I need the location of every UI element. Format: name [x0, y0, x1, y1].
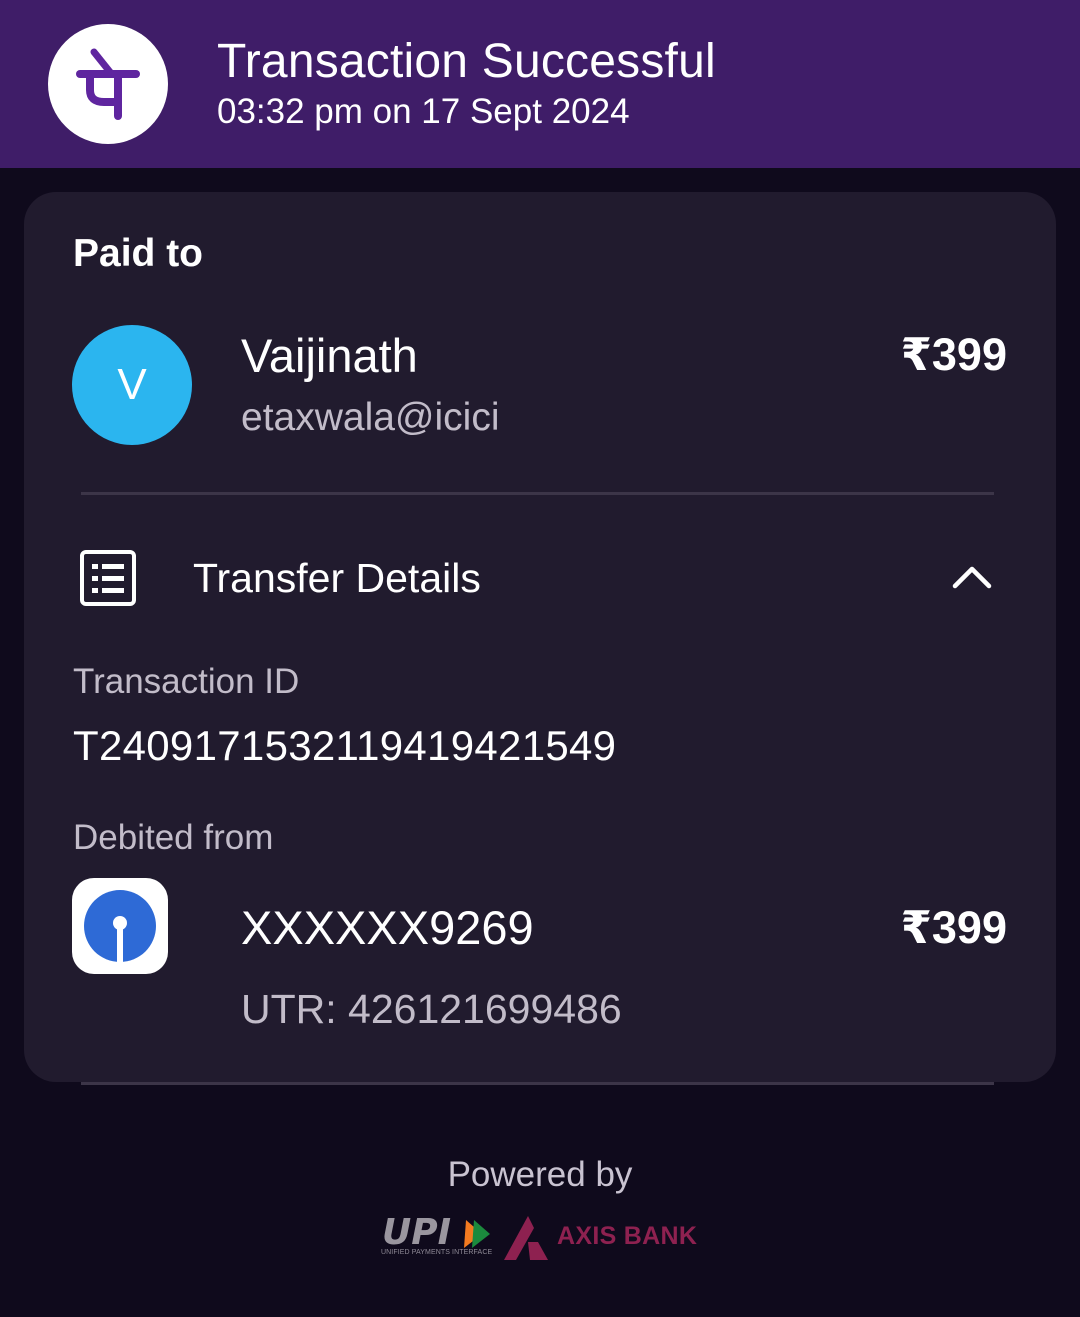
transfer-details-toggle[interactable]: Transfer Details — [193, 555, 481, 602]
sbi-bank-icon — [72, 878, 168, 974]
debit-account-number: XXXXXX9269 — [241, 901, 534, 954]
transaction-header: Transaction Successful 03:32 pm on 17 Se… — [0, 0, 1080, 168]
transaction-id-label: Transaction ID — [73, 662, 300, 701]
utr-number: UTR: 426121699486 — [241, 986, 622, 1032]
paid-to-label: Paid to — [73, 232, 204, 275]
receipt-list-icon — [79, 549, 137, 607]
paid-amount: ₹399 — [900, 329, 1007, 380]
upi-tagline: UNIFIED PAYMENTS INTERFACE — [381, 1249, 493, 1256]
payee-upi-id: etaxwala@icici — [241, 396, 500, 439]
axis-bank-logo-icon — [502, 1214, 558, 1262]
transaction-datetime: 03:32 pm on 17 Sept 2024 — [217, 92, 630, 131]
chevron-up-icon[interactable] — [950, 560, 994, 592]
divider — [81, 1082, 994, 1085]
transaction-id-value: T2409171532119419421549 — [73, 722, 617, 769]
avatar-initial: V — [117, 360, 147, 409]
debited-amount: ₹399 — [900, 902, 1007, 953]
upi-logo-text: UPI — [382, 1214, 451, 1253]
axis-bank-name: AXIS BANK — [557, 1222, 698, 1250]
status-title: Transaction Successful — [217, 35, 716, 88]
payee-name: Vaijinath — [241, 329, 418, 382]
payee-avatar: V — [72, 325, 192, 445]
divider — [81, 492, 994, 495]
powered-by-label: Powered by — [447, 1155, 633, 1194]
phonepe-logo-icon — [48, 24, 168, 144]
debited-from-label: Debited from — [73, 818, 274, 857]
